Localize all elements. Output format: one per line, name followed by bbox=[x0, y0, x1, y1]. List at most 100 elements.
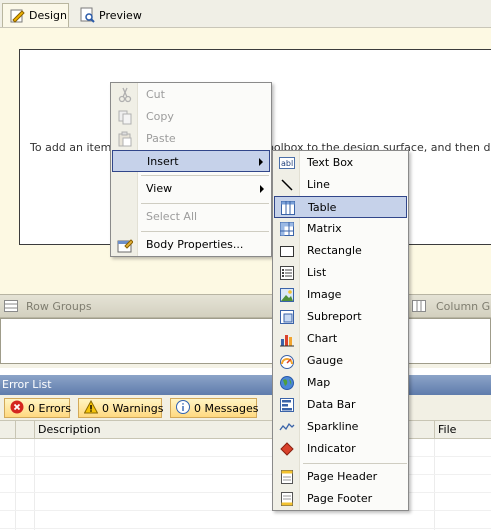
table-icon bbox=[280, 200, 296, 216]
tab-design[interactable]: Design bbox=[2, 3, 69, 27]
submenu-item-label: List bbox=[307, 266, 327, 279]
submenu-item-label: Text Box bbox=[307, 156, 354, 169]
submenu-item-image[interactable]: Image bbox=[274, 284, 407, 306]
map-icon bbox=[279, 375, 295, 391]
insert-submenu: abl Text Box Line Table Matrix Rectangle… bbox=[272, 150, 409, 511]
properties-icon bbox=[117, 237, 134, 253]
menu-item-copy-label: Copy bbox=[146, 110, 174, 123]
messages-count-label: 0 Messages bbox=[194, 401, 259, 415]
chart-icon bbox=[279, 331, 295, 347]
submenu-item-label: Gauge bbox=[307, 354, 343, 367]
column-header-file[interactable]: File bbox=[435, 421, 491, 438]
submenu-item-sparkline[interactable]: Sparkline bbox=[274, 416, 407, 438]
row-groups-box[interactable] bbox=[0, 318, 491, 364]
submenu-item-page-header[interactable]: Page Header bbox=[274, 466, 407, 488]
menu-item-copy[interactable]: Copy bbox=[112, 106, 270, 128]
submenu-item-matrix[interactable]: Matrix bbox=[274, 218, 407, 240]
preview-icon bbox=[79, 7, 95, 23]
submenu-separator bbox=[303, 463, 407, 464]
error-list-title-bar: Error List bbox=[0, 375, 491, 395]
submenu-item-chart[interactable]: Chart bbox=[274, 328, 407, 350]
page-footer-icon bbox=[279, 491, 295, 507]
column-header-icon[interactable] bbox=[0, 421, 16, 438]
data-bar-icon bbox=[279, 397, 295, 413]
menu-item-view-label: View bbox=[146, 182, 173, 195]
copy-icon bbox=[117, 109, 133, 125]
menu-separator bbox=[141, 175, 269, 176]
submenu-item-label: Subreport bbox=[307, 310, 362, 323]
warnings-filter-button[interactable]: 0 Warnings bbox=[78, 398, 164, 418]
submenu-item-label: Indicator bbox=[307, 442, 356, 455]
submenu-item-label: Page Footer bbox=[307, 492, 373, 505]
tab-design-label: Design bbox=[29, 9, 67, 22]
column-header-number[interactable] bbox=[16, 421, 35, 438]
grouping-pane-header: Row Groups Column Gro bbox=[0, 294, 491, 318]
row-groups-label: Row Groups bbox=[26, 300, 92, 313]
errors-count-label: 0 Errors bbox=[28, 401, 72, 415]
file-header-label: File bbox=[438, 423, 457, 436]
svg-text:abl: abl bbox=[281, 159, 293, 168]
error-list-toolbar: 0 Errors 0 Warnings 0 Messages bbox=[0, 395, 491, 421]
page-header-icon bbox=[279, 469, 295, 485]
errors-filter-button[interactable]: 0 Errors bbox=[4, 398, 72, 418]
indicator-icon bbox=[279, 441, 295, 457]
submenu-arrow-icon bbox=[259, 158, 263, 166]
menu-item-cut-label: Cut bbox=[146, 88, 165, 101]
design-icon bbox=[9, 8, 25, 24]
submenu-item-label: Map bbox=[307, 376, 331, 389]
menu-item-select-all-label: Select All bbox=[146, 210, 198, 223]
submenu-item-text-box[interactable]: abl Text Box bbox=[274, 152, 407, 174]
context-menu: Cut Copy Paste Insert View Select All Bo… bbox=[110, 82, 272, 257]
menu-item-view[interactable]: View bbox=[112, 178, 270, 200]
menu-item-body-properties-label: Body Properties... bbox=[146, 238, 244, 251]
submenu-item-table[interactable]: Table bbox=[274, 196, 407, 218]
submenu-item-gauge[interactable]: Gauge bbox=[274, 350, 407, 372]
error-list-title: Error List bbox=[2, 378, 52, 391]
column-groups-icon bbox=[412, 300, 426, 315]
description-header-label: Description bbox=[38, 423, 101, 436]
menu-item-paste-label: Paste bbox=[146, 132, 176, 145]
submenu-item-label: Rectangle bbox=[307, 244, 362, 257]
submenu-item-rectangle[interactable]: Rectangle bbox=[274, 240, 407, 262]
matrix-icon bbox=[279, 221, 295, 237]
warnings-count-label: 0 Warnings bbox=[102, 401, 164, 415]
submenu-item-line[interactable]: Line bbox=[274, 174, 407, 196]
text-box-icon: abl bbox=[279, 155, 295, 171]
cut-icon bbox=[117, 87, 133, 103]
subreport-icon bbox=[279, 309, 295, 325]
submenu-item-list[interactable]: List bbox=[274, 262, 407, 284]
line-icon bbox=[279, 177, 295, 193]
error-icon bbox=[10, 400, 24, 417]
tab-preview[interactable]: Preview bbox=[73, 3, 143, 27]
error-list-grid bbox=[0, 439, 491, 530]
submenu-item-label: Data Bar bbox=[307, 398, 356, 411]
list-icon bbox=[279, 265, 295, 281]
messages-filter-button[interactable]: 0 Messages bbox=[170, 398, 259, 418]
menu-item-paste[interactable]: Paste bbox=[112, 128, 270, 150]
submenu-item-label: Image bbox=[307, 288, 342, 301]
menu-item-insert-label: Insert bbox=[147, 155, 179, 168]
submenu-item-label: Table bbox=[308, 201, 337, 214]
column-groups-label: Column Gro bbox=[436, 300, 491, 313]
rectangle-icon bbox=[279, 243, 295, 259]
menu-item-body-properties[interactable]: Body Properties... bbox=[112, 234, 270, 256]
submenu-arrow-icon bbox=[260, 185, 264, 193]
paste-icon bbox=[117, 131, 133, 147]
sparkline-icon bbox=[279, 419, 295, 435]
menu-separator bbox=[141, 231, 269, 232]
submenu-item-label: Page Header bbox=[307, 470, 378, 483]
submenu-item-map[interactable]: Map bbox=[274, 372, 407, 394]
menu-item-select-all[interactable]: Select All bbox=[112, 206, 270, 228]
gauge-icon bbox=[279, 353, 295, 369]
submenu-item-indicator[interactable]: Indicator bbox=[274, 438, 407, 460]
design-hint-text-left: To add an item t bbox=[30, 141, 120, 154]
menu-item-cut[interactable]: Cut bbox=[112, 84, 270, 106]
submenu-item-page-footer[interactable]: Page Footer bbox=[274, 488, 407, 510]
tab-preview-label: Preview bbox=[99, 8, 142, 22]
submenu-item-data-bar[interactable]: Data Bar bbox=[274, 394, 407, 416]
menu-item-insert[interactable]: Insert bbox=[112, 150, 270, 172]
info-icon bbox=[176, 399, 190, 417]
submenu-item-label: Matrix bbox=[307, 222, 342, 235]
submenu-item-subreport[interactable]: Subreport bbox=[274, 306, 407, 328]
submenu-item-label: Sparkline bbox=[307, 420, 359, 433]
